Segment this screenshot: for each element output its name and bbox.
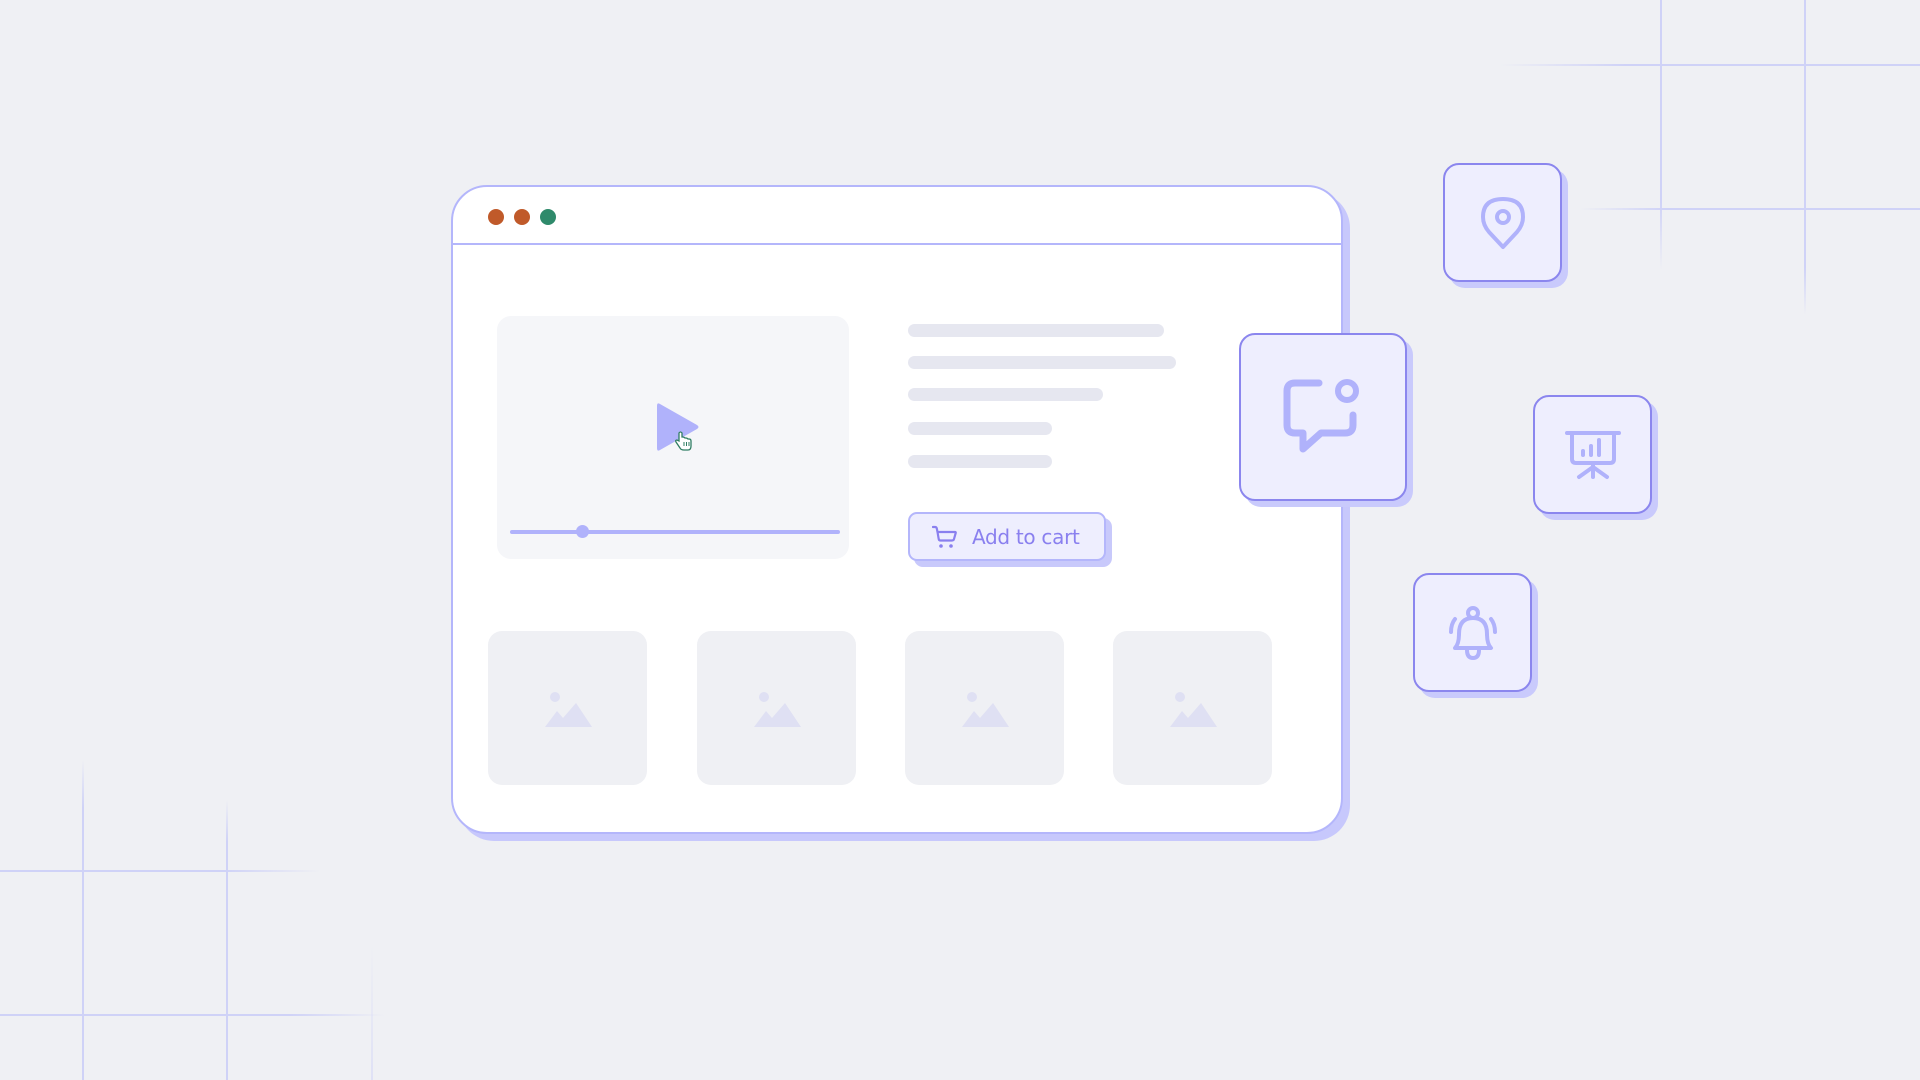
hand-pointer-cursor-icon bbox=[675, 431, 692, 451]
gallery-thumbnail[interactable] bbox=[905, 631, 1064, 785]
grid-line bbox=[0, 870, 320, 872]
presentation-card[interactable] bbox=[1533, 395, 1652, 514]
video-progress-handle[interactable] bbox=[576, 525, 590, 538]
browser-window: Add to cart bbox=[451, 185, 1343, 834]
grid-line bbox=[0, 1014, 385, 1016]
gallery-thumbnail[interactable] bbox=[1113, 631, 1272, 785]
gallery-thumbnail[interactable] bbox=[697, 631, 856, 785]
grid-line bbox=[371, 945, 373, 1080]
grid-line bbox=[1500, 64, 1920, 66]
notification-card[interactable] bbox=[1413, 573, 1532, 692]
location-card[interactable] bbox=[1443, 163, 1562, 282]
grid-line bbox=[82, 760, 84, 1080]
text-placeholder-line bbox=[908, 455, 1052, 468]
presentation-chart-icon bbox=[1564, 430, 1621, 479]
window-maximize-dot[interactable] bbox=[540, 209, 556, 225]
grid-line bbox=[1580, 208, 1920, 210]
grid-line bbox=[226, 800, 228, 1080]
bell-ringing-icon bbox=[1448, 605, 1497, 660]
image-placeholder-icon bbox=[754, 692, 801, 727]
location-pin-icon bbox=[1480, 196, 1525, 249]
image-placeholder-icon bbox=[1170, 692, 1217, 727]
gallery-thumbnail[interactable] bbox=[488, 631, 647, 785]
chat-notification-icon bbox=[1283, 379, 1359, 453]
window-titlebar bbox=[453, 187, 1341, 245]
text-placeholder-line bbox=[908, 388, 1103, 401]
image-placeholder-icon bbox=[962, 692, 1009, 727]
text-placeholder-line bbox=[908, 422, 1052, 435]
grid-line bbox=[1804, 0, 1806, 315]
grid-line bbox=[1660, 0, 1662, 270]
window-minimize-dot[interactable] bbox=[514, 209, 530, 225]
image-placeholder-icon bbox=[545, 692, 592, 727]
video-player[interactable] bbox=[497, 316, 849, 559]
text-placeholder-line bbox=[908, 356, 1176, 369]
window-close-dot[interactable] bbox=[488, 209, 504, 225]
add-to-cart-button[interactable]: Add to cart bbox=[908, 512, 1106, 561]
text-placeholder-line bbox=[908, 324, 1164, 337]
video-progress-track[interactable] bbox=[510, 530, 840, 534]
shopping-cart-icon bbox=[932, 525, 957, 548]
add-to-cart-label: Add to cart bbox=[972, 525, 1080, 549]
chat-notification-card[interactable] bbox=[1239, 333, 1407, 501]
